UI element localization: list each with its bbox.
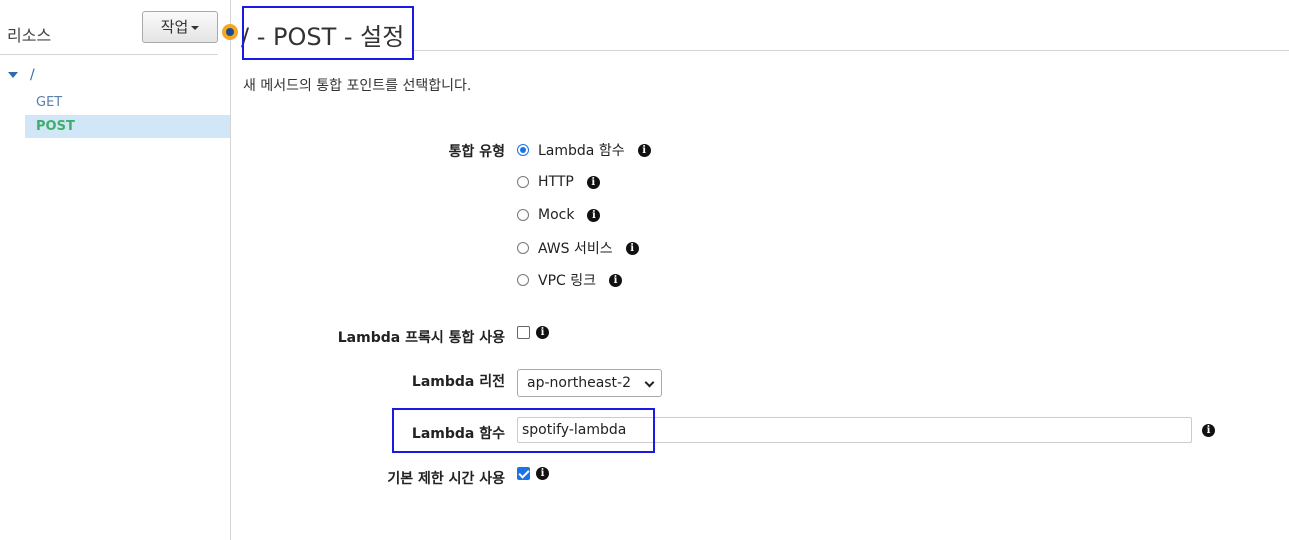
info-icon[interactable]: i (625, 241, 639, 255)
option-lambda-label: Lambda 함수 (538, 143, 625, 159)
method-post[interactable]: POST (25, 115, 230, 138)
sidebar-resize-handle[interactable] (222, 24, 238, 40)
option-lambda[interactable]: Lambda 함수 i (517, 141, 651, 159)
option-vpc-link-label: VPC 링크 (538, 273, 597, 289)
actions-button[interactable]: 작업 (142, 11, 218, 43)
actions-label: 작업 (160, 18, 189, 36)
method-get[interactable]: GET (25, 91, 230, 114)
annotation-box-function (392, 408, 655, 453)
radio-mock[interactable] (517, 209, 529, 221)
resources-sidebar: 리소스 작업 / GET POST (0, 0, 238, 540)
lambda-region-value: ap-northeast-2 (527, 375, 632, 391)
radio-aws-service[interactable] (517, 242, 529, 254)
info-icon[interactable]: i (1202, 424, 1215, 437)
option-aws-service[interactable]: AWS 서비스 i (517, 239, 639, 257)
option-http[interactable]: HTTP i (517, 173, 600, 191)
option-mock[interactable]: Mock i (517, 206, 601, 224)
lambda-region-select[interactable]: ap-northeast-2 (517, 369, 662, 397)
integration-type-label: 통합 유형 (448, 144, 505, 160)
info-icon[interactable]: i (637, 143, 651, 157)
default-timeout-checkbox[interactable] (517, 467, 530, 480)
option-http-label: HTTP (538, 174, 574, 190)
radio-http[interactable] (517, 176, 529, 188)
lambda-region-label: Lambda 리전 (411, 374, 505, 390)
annotation-box-title (242, 6, 414, 60)
sidebar-title: 리소스 (7, 26, 52, 45)
resource-root-path: / (30, 67, 35, 83)
info-icon[interactable]: i (536, 326, 549, 339)
caret-down-icon (191, 25, 200, 30)
title-divider (414, 50, 1289, 51)
page-subtitle: 새 메서드의 통합 포인트를 선택합니다. (243, 78, 472, 94)
expand-caret-icon[interactable] (8, 72, 18, 78)
option-vpc-link[interactable]: VPC 링크 i (517, 271, 623, 289)
info-icon[interactable]: i (587, 208, 601, 222)
radio-lambda[interactable] (517, 144, 529, 156)
option-aws-service-label: AWS 서비스 (538, 241, 613, 257)
info-icon[interactable]: i (609, 273, 623, 287)
info-icon[interactable]: i (536, 467, 549, 480)
radio-vpc-link[interactable] (517, 274, 529, 286)
option-mock-label: Mock (538, 207, 575, 223)
proxy-integration-label: Lambda 프록시 통합 사용 (337, 330, 505, 346)
chevron-down-icon (644, 377, 655, 388)
proxy-integration-checkbox[interactable] (517, 326, 530, 339)
sidebar-header: 리소스 작업 (0, 0, 218, 55)
info-icon[interactable]: i (586, 175, 600, 189)
resource-root[interactable]: / (8, 66, 35, 84)
default-timeout-label: 기본 제한 시간 사용 (387, 471, 505, 487)
